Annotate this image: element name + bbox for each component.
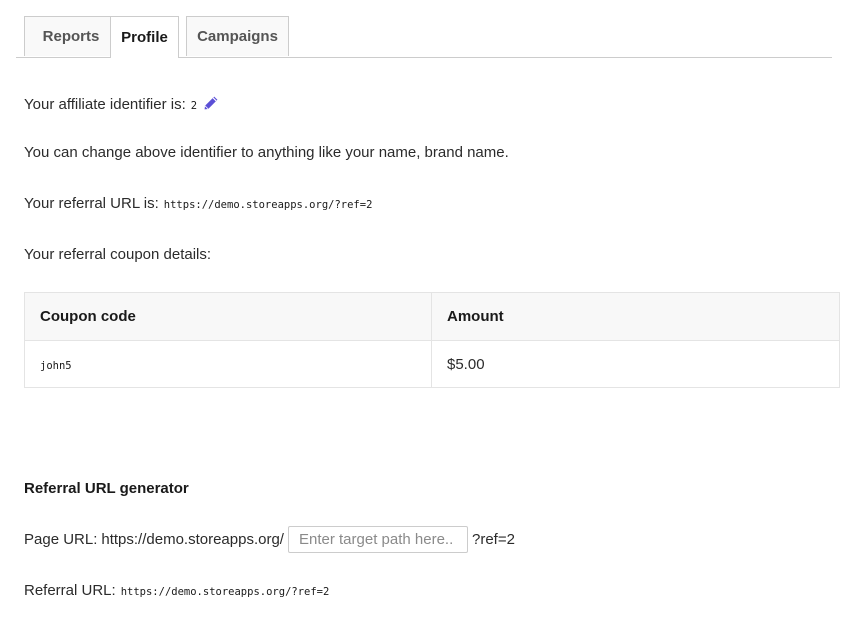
coupon-code-header: Coupon code: [24, 292, 432, 341]
generated-referral-url-row: Referral URL: https://demo.storeapps.org…: [24, 582, 329, 599]
amount-cell: $5.00: [447, 355, 485, 373]
table-row: john5 $5.00: [24, 340, 840, 388]
pencil-icon[interactable]: [203, 95, 219, 111]
coupon-code-cell: john5: [24, 340, 432, 388]
page-url-row: Page URL: https://demo.storeapps.org/ ?r…: [24, 526, 515, 553]
tab-profile[interactable]: Profile: [110, 16, 179, 58]
target-path-input[interactable]: [287, 526, 468, 553]
tab-reports[interactable]: Reports: [24, 16, 118, 56]
affiliate-identifier-row: Your affiliate identifier is: 2: [24, 93, 219, 113]
referral-url-label: Your referral URL is:: [24, 195, 159, 212]
coupon-details-label: Your referral coupon details:: [24, 246, 212, 263]
page-url-base: https://demo.storeapps.org/: [101, 531, 284, 548]
generated-referral-url-label: Referral URL:: [24, 582, 116, 599]
affiliate-identifier-label: Your affiliate identifier is:: [24, 96, 186, 113]
coupon-table: Coupon code Amount john5 $5.00: [24, 292, 840, 388]
generated-referral-url-value: https://demo.storeapps.org/?ref=2: [120, 586, 330, 598]
referral-url-row: Your referral URL is: https://demo.store…: [24, 195, 372, 212]
page-url-label: Page URL:: [24, 531, 98, 548]
identifier-change-note: You can change above identifier to anyth…: [24, 144, 509, 161]
referral-url-generator-heading: Referral URL generator: [24, 480, 189, 497]
table-header-row: Coupon code Amount: [24, 292, 840, 341]
amount-header: Amount: [431, 292, 840, 341]
affiliate-identifier-value: 2: [190, 100, 198, 112]
tab-campaigns[interactable]: Campaigns: [186, 16, 289, 56]
coupon-code-value: john5: [40, 359, 72, 372]
referral-url-value: https://demo.storeapps.org/?ref=2: [163, 199, 373, 211]
profile-tabs: Reports Profile Campaigns: [16, 16, 832, 58]
ref-suffix: ?ref=2: [471, 531, 515, 548]
